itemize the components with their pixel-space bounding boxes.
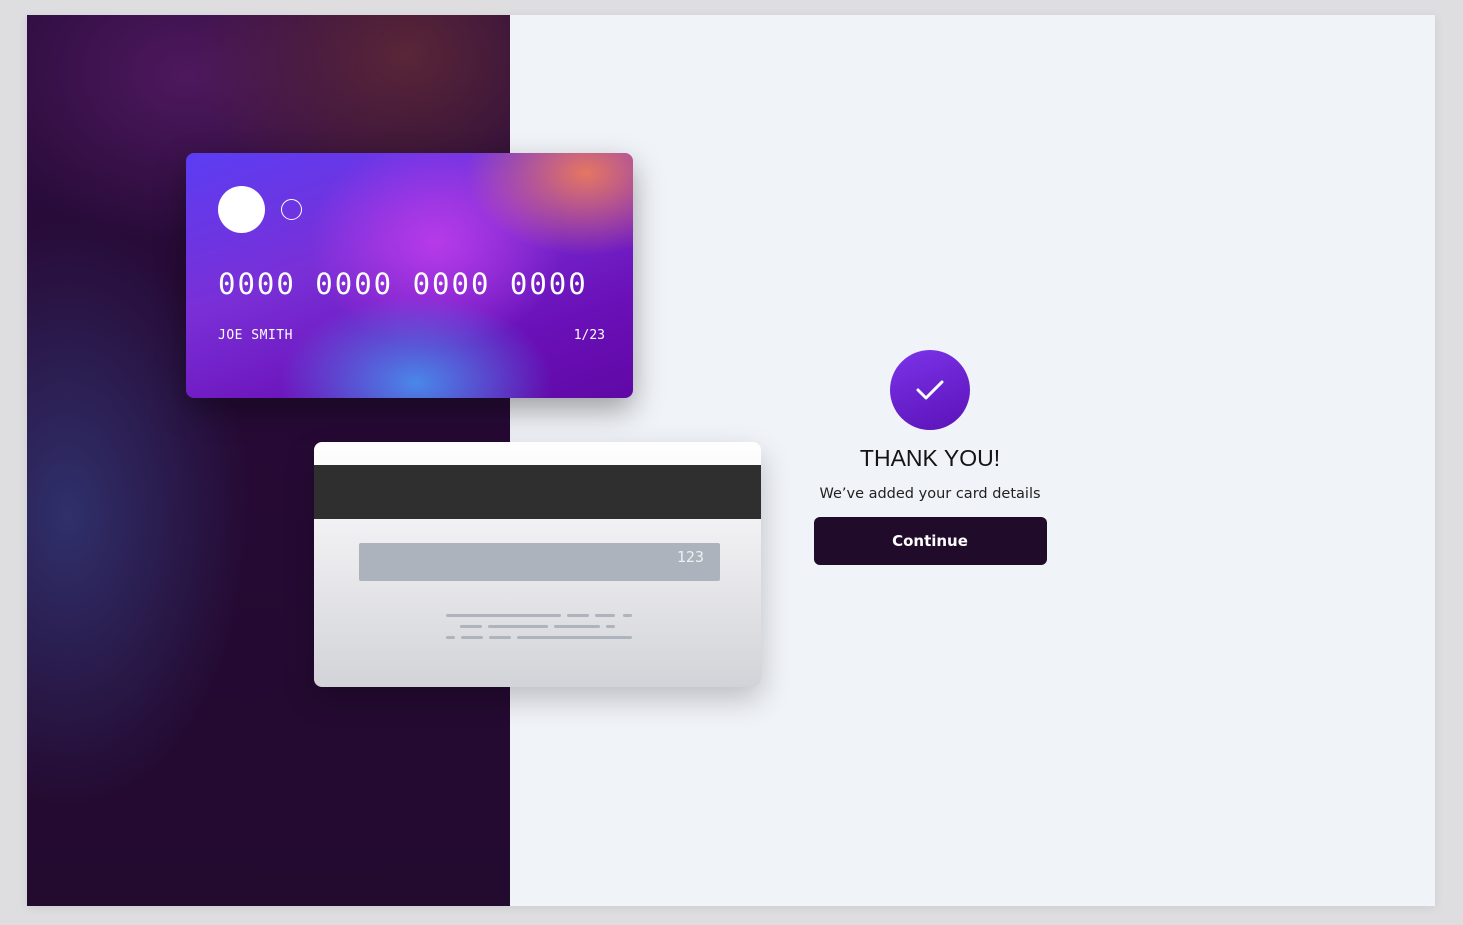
card-number: 0000 0000 0000 0000 [218,267,588,301]
magnetic-stripe [314,465,761,519]
confirmation-title: THANK YOU! [859,445,1001,471]
continue-button[interactable]: Continue [813,517,1047,565]
card-front-preview: 0000 0000 0000 0000 JOE SMITH 1/23 [186,153,633,398]
card-cvc: 123 [676,548,704,566]
app-frame: 0000 0000 0000 0000 JOE SMITH 1/23 123 T… [27,15,1435,906]
confirmation-message: We’ve added your card details [819,486,1041,502]
cardholder-name: JOE SMITH [218,328,293,343]
card-logo-small-circle-icon [281,199,302,220]
signature-strip: 123 [359,543,720,581]
card-back-preview: 123 [314,442,761,687]
card-logo-large-circle-icon [218,186,265,233]
confirmation-panel: THANK YOU! We’ve added your card details… [787,350,1073,565]
card-expiry: 1/23 [573,328,605,343]
checkmark-icon [890,350,970,430]
